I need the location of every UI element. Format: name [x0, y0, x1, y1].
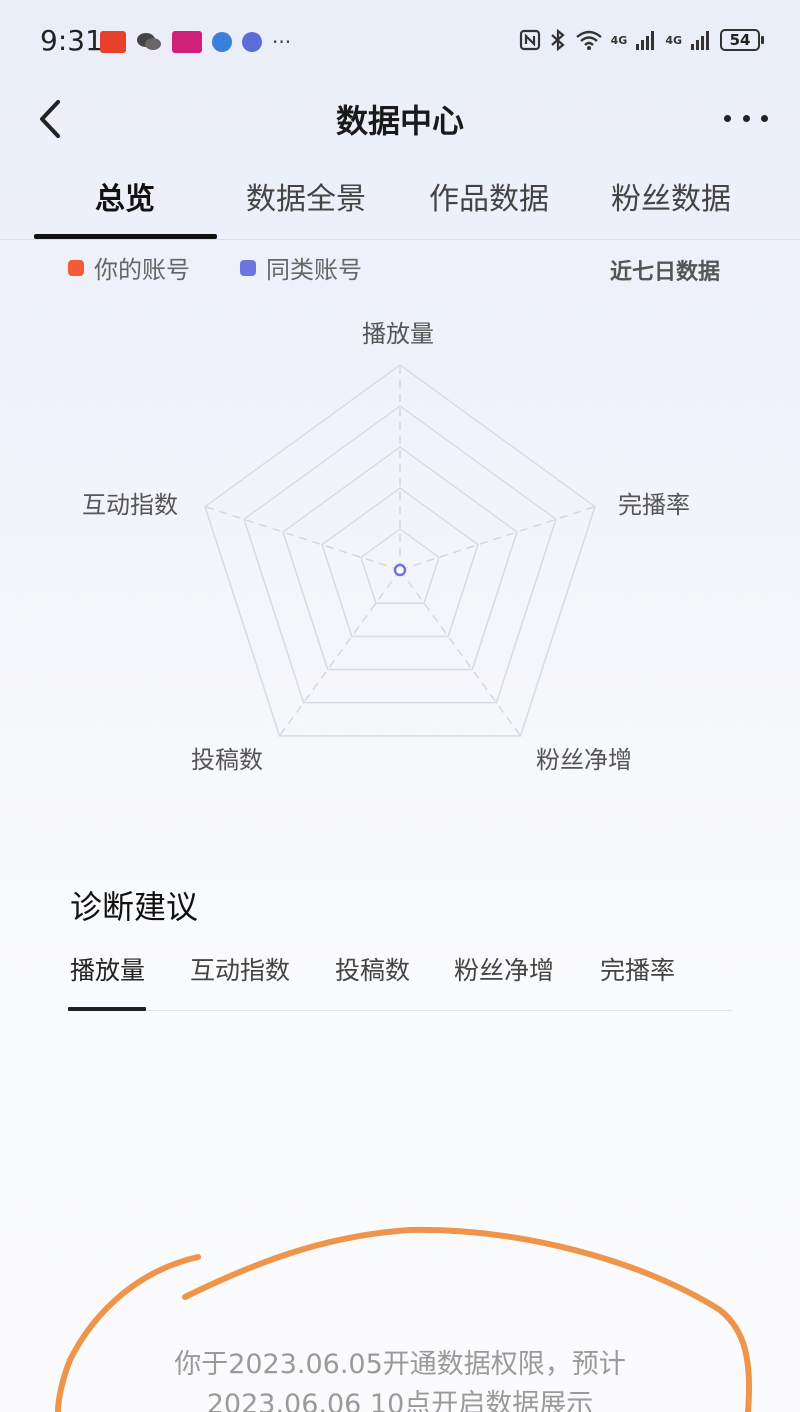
- radar-axis-label: 互动指数: [82, 491, 178, 519]
- radar-center-point: [393, 563, 407, 577]
- network-type-b: 4G: [665, 33, 682, 47]
- top-tabs: 总览 数据全景 作品数据 粉丝数据: [0, 160, 800, 240]
- more-options-button[interactable]: [724, 98, 768, 138]
- more-dot-icon: [761, 114, 768, 122]
- signal-icon-b: [691, 31, 709, 50]
- wechat-icon: [136, 31, 162, 53]
- tab-overview[interactable]: 总览: [95, 174, 155, 218]
- wifi-icon: [575, 30, 602, 50]
- radar-axis-label: 完播率: [618, 491, 690, 519]
- notice-line-2: 2023.06.06 10点开启数据展示: [206, 1389, 594, 1412]
- app-badge-icon: [172, 31, 202, 53]
- radar-spoke: [399, 569, 522, 737]
- app-round-icon: [212, 32, 232, 52]
- data-permission-notice: 你于2023.06.05开通数据权限，预计 2023.06.06 10点开启数据…: [0, 1345, 800, 1412]
- music-icon: [242, 32, 262, 52]
- more-dot-icon: [724, 114, 731, 122]
- legend-item-peer: 同类账号: [240, 250, 362, 285]
- notification-icons: ···: [100, 30, 291, 54]
- legend-swatch-yours: [68, 259, 84, 276]
- radar-grid: [204, 364, 596, 737]
- diag-tab-posts[interactable]: 投稿数: [335, 951, 410, 987]
- diagnosis-title: 诊断建议: [70, 888, 199, 926]
- period-label: 近七日数据: [609, 260, 720, 285]
- legend-label-yours: 你的账号: [94, 256, 190, 284]
- status-bar: 9:31 ··· 4G 4G 54: [0, 0, 800, 84]
- nfc-icon: [519, 29, 540, 51]
- more-dot-icon: [742, 114, 750, 122]
- radar-spoke: [204, 505, 401, 571]
- diag-tab-fans-growth[interactable]: 粉丝净增: [454, 951, 554, 987]
- tab-fans-data[interactable]: 粉丝数据: [611, 174, 731, 218]
- network-type-a: 4G: [610, 33, 628, 47]
- system-icons: 4G 4G 54: [519, 28, 764, 52]
- radar-spoke: [399, 505, 596, 571]
- more-notifications-icon: ···: [272, 30, 292, 54]
- chart-legend: 你的账号 同类账号: [68, 250, 362, 285]
- diag-tab-completion[interactable]: 完播率: [600, 951, 675, 987]
- radar-axis-label: 播放量: [362, 320, 434, 348]
- battery-icon: 54: [720, 29, 764, 51]
- diag-tab-interaction[interactable]: 互动指数: [190, 951, 290, 987]
- radar-axis-label: 投稿数: [191, 746, 263, 774]
- active-tab-indicator: [34, 234, 217, 239]
- page-title: 数据中心: [335, 102, 464, 140]
- tab-data-panorama[interactable]: 数据全景: [246, 174, 366, 218]
- nav-header: 数据中心: [0, 84, 800, 154]
- app-notification-icon: [100, 31, 126, 53]
- status-time: 9:31: [40, 24, 103, 57]
- signal-icon-a: [636, 31, 655, 50]
- bluetooth-icon: [550, 28, 565, 52]
- radar-spoke: [278, 569, 401, 737]
- legend-item-yours: 你的账号: [68, 250, 190, 285]
- radar-axis-label: 粉丝净增: [536, 746, 632, 774]
- diagnosis-tabs: 播放量 互动指数 投稿数 粉丝净增 完播率: [68, 945, 732, 1011]
- notice-line-1: 你于2023.06.05开通数据权限，预计: [174, 1349, 626, 1380]
- radar-chart: 播放量 完播率 粉丝净增 投稿数 互动指数: [0, 300, 800, 800]
- tab-works-data[interactable]: 作品数据: [429, 174, 549, 218]
- diag-tab-plays[interactable]: 播放量: [70, 951, 145, 987]
- legend-label-peer: 同类账号: [266, 256, 362, 284]
- diag-active-indicator: [68, 1007, 146, 1011]
- legend-swatch-peer: [240, 259, 256, 276]
